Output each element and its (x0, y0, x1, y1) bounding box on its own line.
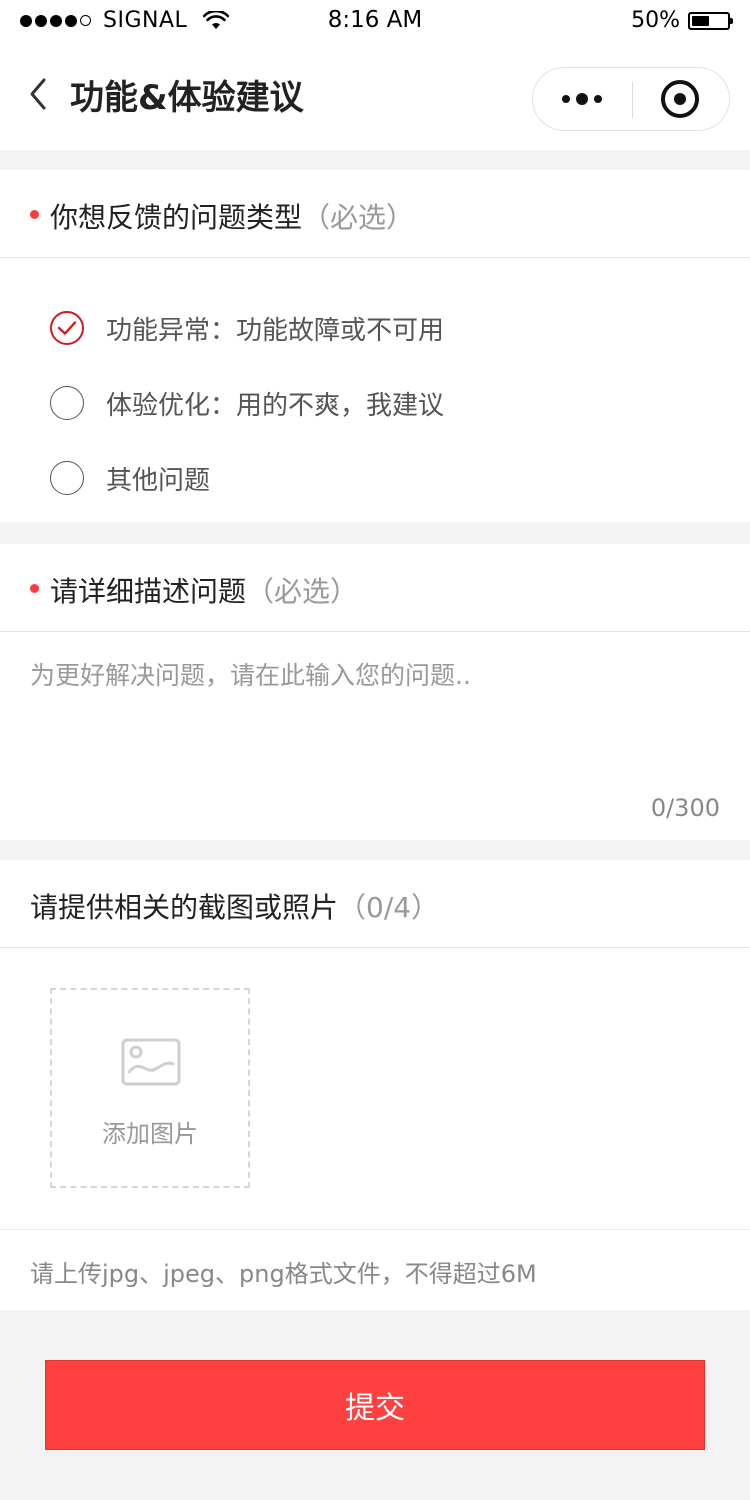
feedback-type-section: 你想反馈的问题类型（必选） 功能异常：功能故障或不可用 体验优化：用的不爽，我建… (0, 170, 750, 522)
battery-indicator: 50% (631, 8, 733, 33)
description-textarea[interactable] (30, 656, 720, 776)
more-dots-icon (562, 95, 570, 103)
target-circle-icon (661, 80, 699, 118)
submit-button[interactable]: 提交 (45, 1360, 705, 1450)
screenshots-title: 请提供相关的截图或照片 (30, 891, 339, 924)
radio-unchecked-icon[interactable] (50, 461, 84, 495)
required-dot (30, 584, 39, 593)
battery-percent: 50% (631, 8, 680, 33)
back-arrow-icon[interactable] (24, 74, 54, 114)
screenshot-count: （0/4） (338, 891, 440, 924)
screenshots-header: 请提供相关的截图或照片（0/4） (0, 860, 750, 948)
required-hint: （必选） (246, 575, 359, 608)
upload-note: 请上传jpg、jpeg、png格式文件，不得超过6M (0, 1230, 750, 1310)
description-label: 请详细描述问题（必选） (50, 570, 358, 610)
battery-icon (688, 11, 733, 30)
option-label: 体验优化：用的不爽，我建议 (106, 390, 445, 421)
upload-format-note: 请上传jpg、jpeg、png格式文件，不得超过6M (30, 1260, 537, 1288)
more-button[interactable] (533, 68, 631, 130)
description-title: 请详细描述问题 (50, 575, 247, 608)
required-hint: （必选） (302, 201, 415, 234)
page-title: 功能&体验建议 (70, 78, 304, 118)
nav-bar: 功能&体验建议 (0, 40, 750, 150)
option-experience[interactable]: 体验优化：用的不爽，我建议 (50, 383, 444, 423)
upload-area: 添加图片 (0, 948, 750, 1230)
description-header: 请详细描述问题（必选） (0, 544, 750, 632)
required-dot (30, 210, 39, 219)
screenshots-section: 请提供相关的截图或照片（0/4） 添加图片 请上传jpg、jpeg、png格式文… (0, 860, 750, 1310)
feedback-type-options: 功能异常：功能故障或不可用 体验优化：用的不爽，我建议 其他问题 (0, 258, 750, 522)
option-other[interactable]: 其他问题 (50, 458, 210, 498)
option-label: 其他问题 (106, 465, 211, 496)
radio-unchecked-icon[interactable] (50, 386, 84, 420)
description-input-area: 0/300 (0, 632, 750, 840)
radio-checked-icon[interactable] (50, 311, 84, 345)
feedback-type-label: 你想反馈的问题类型（必选） (50, 196, 414, 236)
option-function-error[interactable]: 功能异常：功能故障或不可用 (50, 308, 444, 348)
status-bar: SIGNAL 8:16 AM 50% (0, 0, 750, 40)
feedback-type-header: 你想反馈的问题类型（必选） (0, 170, 750, 258)
add-image-button[interactable]: 添加图片 (50, 988, 250, 1188)
image-placeholder-icon (121, 1038, 181, 1086)
add-image-label: 添加图片 (102, 1120, 198, 1148)
option-label: 功能异常：功能故障或不可用 (106, 315, 445, 346)
character-counter: 0/300 (650, 794, 720, 822)
screenshots-label: 请提供相关的截图或照片（0/4） (30, 886, 439, 926)
feedback-type-title: 你想反馈的问题类型 (50, 201, 303, 234)
close-mini-program-button[interactable] (631, 68, 729, 130)
mini-program-capsule (532, 67, 730, 131)
description-section: 请详细描述问题（必选） 0/300 (0, 544, 750, 840)
